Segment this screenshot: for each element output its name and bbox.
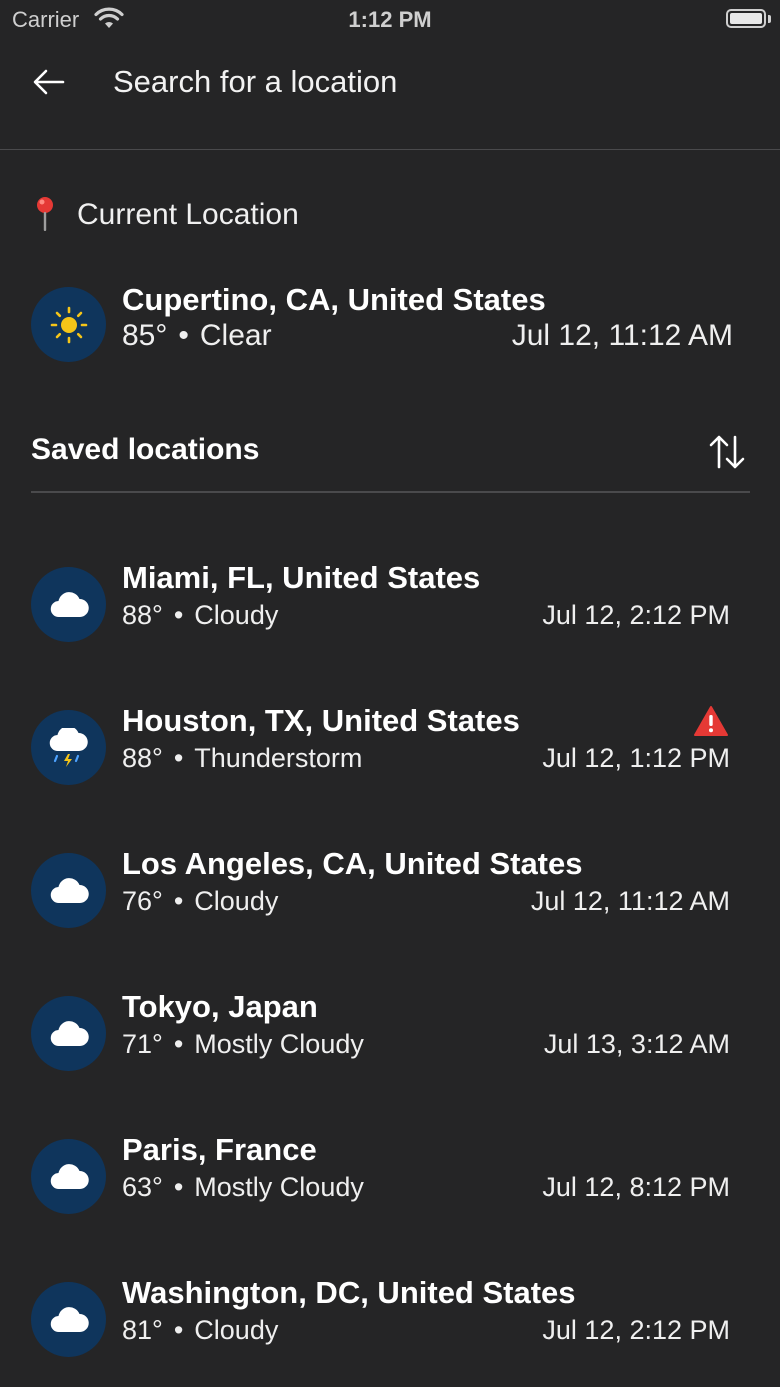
current-location-row[interactable]: Cupertino, CA, United States 85° • Clear J… (0, 280, 780, 370)
local-time: Jul 12, 8:12 PM (542, 1172, 730, 1202)
condition: Cloudy (194, 1315, 279, 1345)
saved-locations-header: Saved locations (31, 425, 750, 493)
location-name: Paris, France (122, 1132, 317, 1167)
location-name: Tokyo, Japan (122, 989, 318, 1024)
local-time: Jul 12, 2:12 PM (542, 1315, 730, 1345)
cloud-icon (31, 853, 106, 928)
location-conditions: 81° • Cloudy (122, 1315, 279, 1345)
current-location-header: Current Location (32, 193, 299, 237)
condition: Mostly Cloudy (194, 1029, 364, 1059)
status-time: 1:12 PM (348, 7, 432, 32)
condition: Clear (199, 319, 272, 352)
search-input[interactable] (113, 60, 733, 104)
sort-arrows-icon[interactable] (706, 431, 748, 473)
location-conditions: 63° • Mostly Cloudy (122, 1172, 364, 1202)
temperature: 85° (122, 319, 168, 352)
location-conditions: 88° • Cloudy (122, 600, 279, 630)
alert-triangle-icon[interactable] (693, 705, 729, 737)
location-name: Washington, DC, United States (122, 1275, 576, 1310)
location-name: Cupertino, CA, United States (122, 282, 546, 317)
location-conditions: 88° • Thunderstorm (122, 743, 363, 773)
battery-nub (768, 15, 771, 23)
arrow-left-icon (33, 69, 65, 95)
location-search-screen: Carrier 1:12 PM Current Location (0, 0, 780, 1387)
sun-icon (31, 287, 106, 362)
battery-icon (726, 9, 766, 28)
cloud-icon (31, 1139, 106, 1214)
local-time: Jul 12, 1:12 PM (542, 743, 730, 773)
saved-location-row[interactable]: Washington, DC, United States 81° • Cloudy… (0, 1275, 780, 1365)
thunderstorm-icon (31, 710, 106, 785)
location-name: Los Angeles, CA, United States (122, 846, 583, 881)
location-name: Houston, TX, United States (122, 703, 520, 738)
local-time: Jul 12, 11:12 AM (511, 319, 733, 352)
temperature: 88° (122, 743, 163, 773)
condition: Cloudy (194, 886, 279, 916)
condition: Cloudy (194, 600, 279, 630)
back-button[interactable] (24, 60, 74, 104)
location-name: Miami, FL, United States (122, 560, 481, 595)
saved-location-row[interactable]: Los Angeles, CA, United States 76° • Cloud… (0, 846, 780, 936)
location-conditions: 71° • Mostly Cloudy (122, 1029, 364, 1059)
cloud-icon (31, 1282, 106, 1357)
saved-location-row[interactable]: Tokyo, Japan 71° • Mostly Cloudy Jul 13, 3… (0, 989, 780, 1079)
temperature: 71° (122, 1029, 163, 1059)
temperature: 88° (122, 600, 163, 630)
map-pin-icon (37, 197, 53, 231)
saved-location-row[interactable]: Paris, France 63° • Mostly Cloudy Jul 12, … (0, 1132, 780, 1222)
location-conditions: 85° • Clear (122, 319, 272, 352)
status-bar: Carrier 1:12 PM (0, 0, 780, 40)
temperature: 63° (122, 1172, 163, 1202)
local-time: Jul 13, 3:12 AM (543, 1029, 730, 1059)
cloud-icon (31, 996, 106, 1071)
search-header (0, 40, 780, 150)
saved-location-row[interactable]: Houston, TX, United States 88° • Thunderst… (0, 703, 780, 793)
local-time: Jul 12, 2:12 PM (542, 600, 730, 630)
saved-location-row[interactable]: Miami, FL, United States 88° • Cloudy Jul … (0, 560, 780, 650)
condition: Mostly Cloudy (194, 1172, 364, 1202)
condition: Thunderstorm (194, 743, 363, 773)
cloud-icon (31, 567, 106, 642)
temperature: 76° (122, 886, 163, 916)
temperature: 81° (122, 1315, 163, 1345)
saved-locations-title: Saved locations (31, 433, 260, 466)
location-conditions: 76° • Cloudy (122, 886, 279, 916)
current-location-label: Current Location (77, 198, 299, 231)
local-time: Jul 12, 11:12 AM (530, 886, 730, 916)
